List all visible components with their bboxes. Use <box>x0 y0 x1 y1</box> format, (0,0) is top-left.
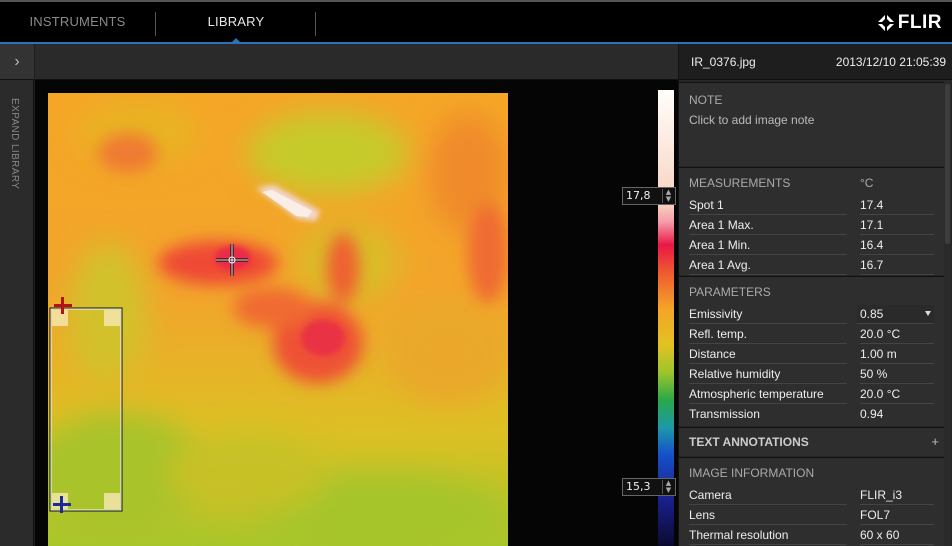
parameter-row[interactable]: Distance 1.00 m <box>679 345 951 365</box>
parameter-row-emissivity[interactable]: Emissivity 0.85 <box>679 305 951 325</box>
parameter-value[interactable]: 50 % <box>860 365 934 384</box>
brand-name: FLIR <box>897 12 942 33</box>
scale-min-stepper-icon[interactable]: ▲ ▼ <box>662 480 674 494</box>
parameter-value[interactable]: 20.0 °C <box>860 385 934 404</box>
measurement-value: 16.4 <box>860 236 934 255</box>
info-label: Camera <box>689 486 847 505</box>
image-header: IR_0376.jpg 2013/12/10 21:05:39 <box>679 44 952 80</box>
parameter-label: Transmission <box>689 407 760 421</box>
info-value: FOL7 <box>860 506 934 525</box>
parameter-value: 0.94 <box>860 407 884 421</box>
info-label: Thermal resolution <box>689 526 847 545</box>
info-value: 60 x 60 <box>860 526 934 545</box>
image-viewer: 17,8 ▲ ▼ 15,3 ▲ ▼ <box>35 80 678 546</box>
image-details-panel: IR_0376.jpg 2013/12/10 21:05:39 NOTE Cli… <box>678 44 952 546</box>
tab-divider <box>315 12 316 36</box>
dropdown-arrow-icon <box>925 311 931 316</box>
info-row: Thermal resolution 60 x 60 <box>679 526 951 546</box>
measurement-label: Area 1 Avg. <box>689 256 847 275</box>
chevron-right-icon: › <box>14 52 20 70</box>
panel-scrollbar[interactable] <box>944 80 951 546</box>
measurement-value: 17.4 <box>860 196 934 215</box>
note-section: NOTE Click to add image note <box>679 82 951 166</box>
measurements-header: MEASUREMENTS °C <box>679 168 951 196</box>
measurement-value: 17.1 <box>860 216 934 235</box>
tab-instruments[interactable]: INSTRUMENTS <box>0 2 155 42</box>
parameter-label: Emissivity <box>689 305 847 324</box>
text-annotations-title: TEXT ANNOTATIONS <box>689 435 809 449</box>
measurement-row[interactable]: Spot 1 17.4 <box>679 196 951 216</box>
measurements-title: MEASUREMENTS <box>689 176 791 190</box>
image-information-section: IMAGE INFORMATION Camera FLIR_i3 Lens FOL7… <box>679 457 951 546</box>
flir-logo: FLIR <box>876 10 942 36</box>
library-collapsed-strip: › EXPAND LIBRARY <box>0 44 34 546</box>
measurement-label: Area 1 Min. <box>689 236 847 255</box>
expand-library-label[interactable]: EXPAND LIBRARY <box>9 98 20 189</box>
parameter-label: Atmospheric temperature <box>689 385 847 404</box>
scale-max-field[interactable]: 17,8 ▲ ▼ <box>622 187 676 205</box>
image-information-title: IMAGE INFORMATION <box>689 466 815 480</box>
measurement-row[interactable]: Area 1 Min. 16.4 <box>679 236 951 256</box>
info-value: FLIR_i3 <box>860 486 934 505</box>
text-annotations-section[interactable]: TEXT ANNOTATIONS + <box>679 427 951 456</box>
parameter-value[interactable]: 1.00 m <box>860 345 934 364</box>
emissivity-value: 0.85 <box>860 307 884 321</box>
scale-max-stepper-icon[interactable]: ▲ ▼ <box>662 189 674 203</box>
scrollbar-thumb[interactable] <box>945 84 950 244</box>
measurements-unit: °C <box>860 176 874 190</box>
image-timestamp: 2013/12/10 21:05:39 <box>835 54 946 69</box>
parameters-section: PARAMETERS Emissivity 0.85 Refl. temp. 20… <box>679 276 951 426</box>
parameter-label: Relative humidity <box>689 365 847 384</box>
top-nav-bar: INSTRUMENTS LIBRARY FLIR <box>0 0 952 44</box>
add-annotation-button[interactable]: + <box>931 428 939 456</box>
thermal-image[interactable] <box>48 93 508 546</box>
viewer-toolbar <box>35 44 678 80</box>
note-title: NOTE <box>689 93 723 107</box>
measurement-label: Area 1 Max. <box>689 216 847 235</box>
parameter-value[interactable]: 20.0 °C <box>860 325 934 344</box>
info-label: Lens <box>689 506 847 525</box>
measurement-value: 16.7 <box>860 256 934 275</box>
parameter-label: Refl. temp. <box>689 325 847 344</box>
image-filename: IR_0376.jpg <box>691 54 756 69</box>
flir-diamond-icon <box>876 14 895 32</box>
parameter-row[interactable]: Atmospheric temperature 20.0 °C <box>679 385 951 405</box>
parameter-label: Distance <box>689 345 847 364</box>
parameter-row[interactable]: Refl. temp. 20.0 °C <box>679 325 951 345</box>
tab-divider <box>155 12 156 36</box>
measurement-label: Spot 1 <box>689 196 847 215</box>
tab-library[interactable]: LIBRARY <box>157 2 315 42</box>
info-row: Camera FLIR_i3 <box>679 486 951 506</box>
measurements-section: MEASUREMENTS °C Spot 1 17.4 Area 1 Max. 17… <box>679 167 951 275</box>
parameters-title: PARAMETERS <box>689 285 771 299</box>
emissivity-select[interactable]: 0.85 <box>857 305 934 324</box>
parameter-row[interactable]: Transmission 0.94 <box>679 405 951 425</box>
measurement-row[interactable]: Area 1 Avg. 16.7 <box>679 256 951 276</box>
info-row: Lens FOL7 <box>679 506 951 526</box>
parameter-row[interactable]: Relative humidity 50 % <box>679 365 951 385</box>
note-placeholder[interactable]: Click to add image note <box>679 113 951 127</box>
scale-min-value: 15,3 <box>626 480 651 493</box>
expand-library-button[interactable]: › <box>0 44 34 80</box>
measurement-row[interactable]: Area 1 Max. 17.1 <box>679 216 951 236</box>
scale-min-field[interactable]: 15,3 ▲ ▼ <box>622 478 676 496</box>
scale-max-value: 17,8 <box>626 189 651 202</box>
